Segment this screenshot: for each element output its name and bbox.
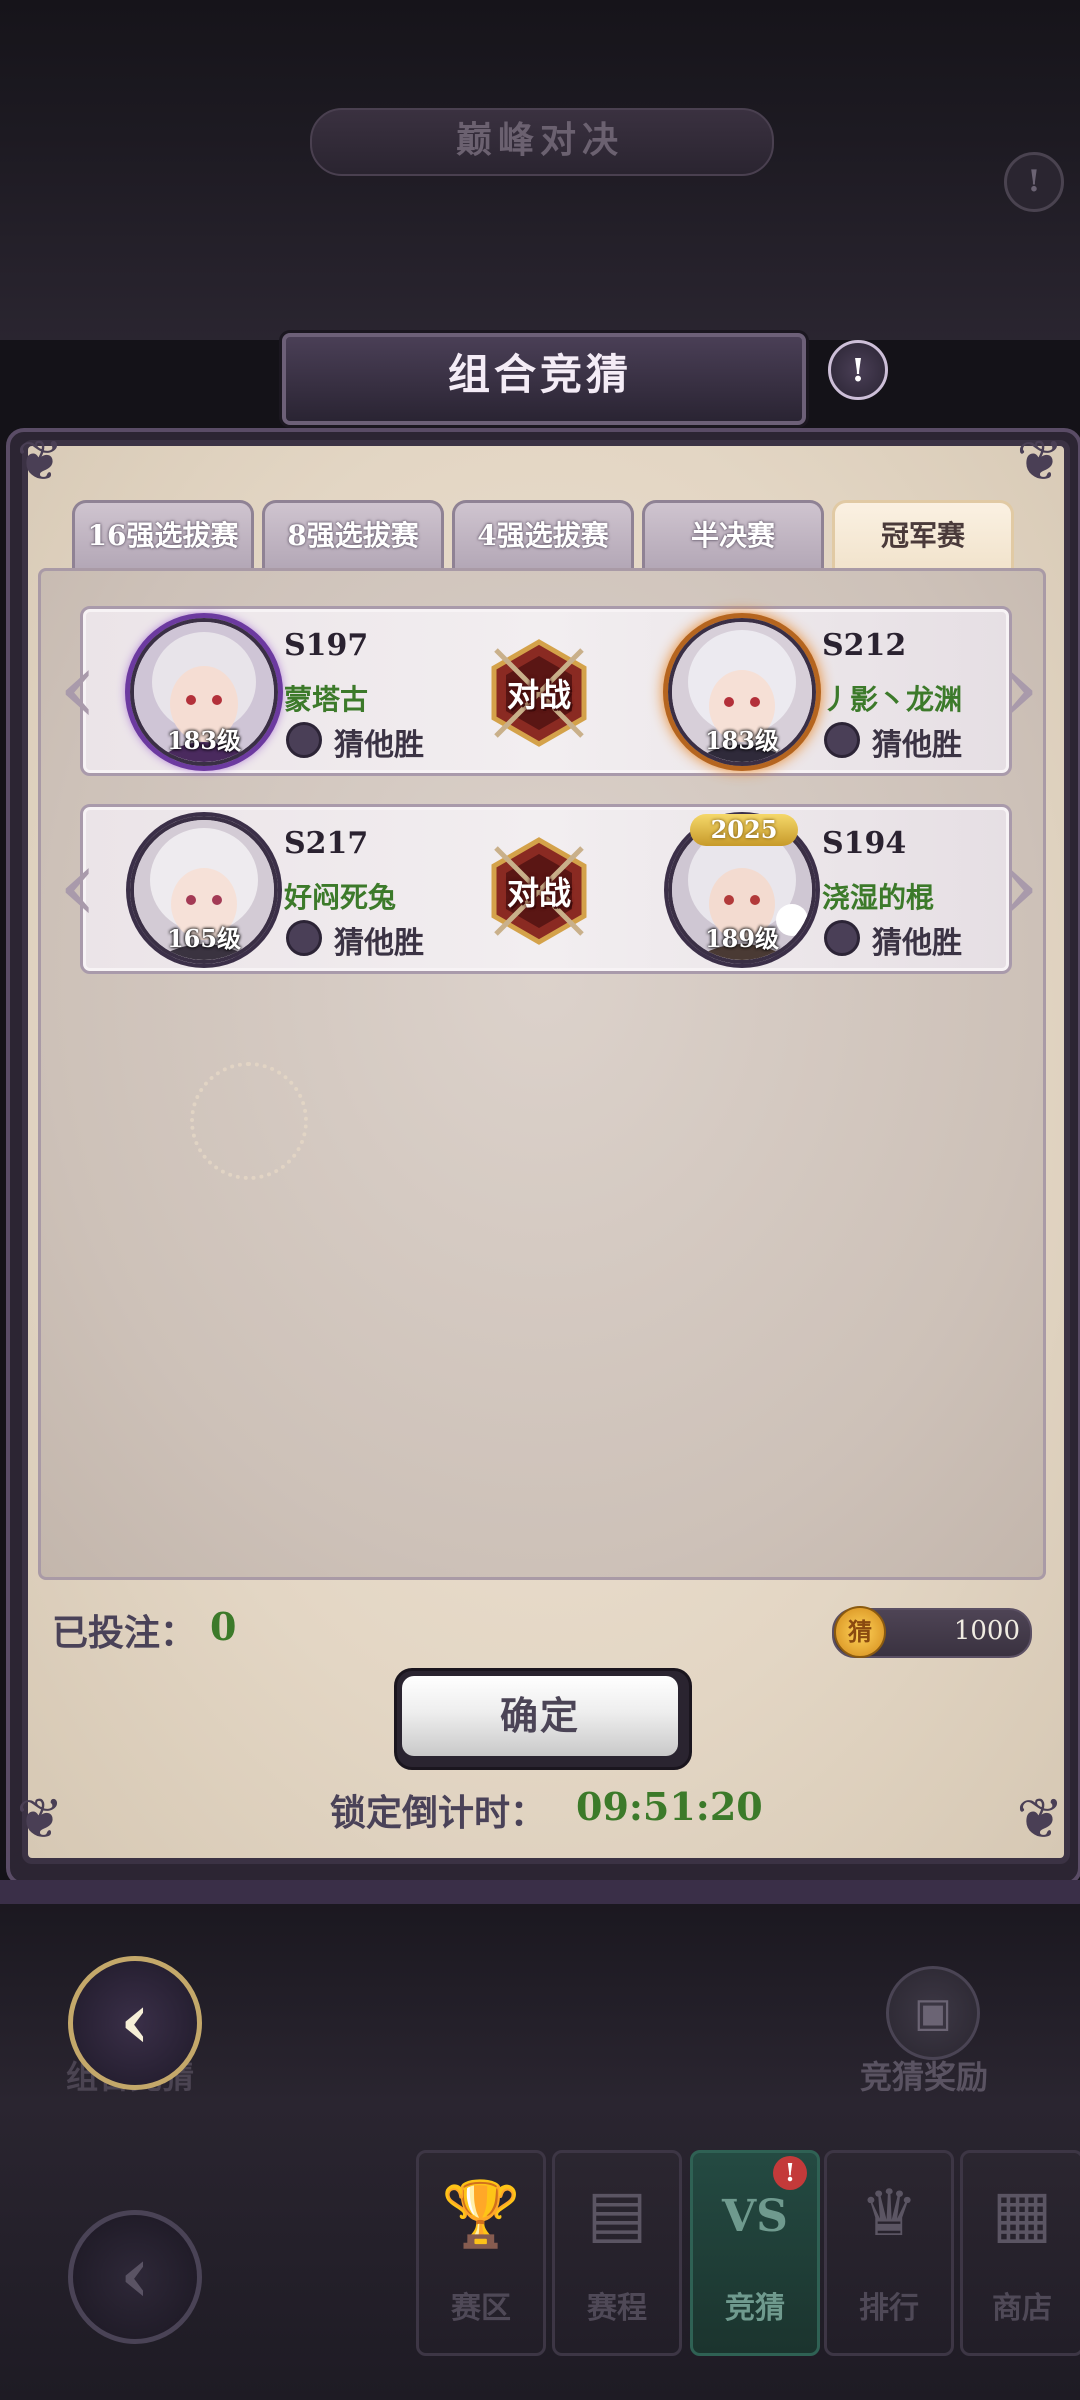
guess-label[interactable]: 猜他胜	[334, 918, 424, 962]
crown-icon: ♛	[860, 2177, 918, 2251]
coin-balance: 1000	[953, 1616, 1020, 1646]
reward-label: 竞猜奖励	[860, 2058, 989, 2096]
tab-round-of-16[interactable]: 16强选拔赛	[72, 500, 254, 569]
guess-coin-icon: 猜	[834, 1606, 886, 1658]
nav-region[interactable]: 🏆 赛区	[416, 2150, 546, 2356]
back-arrow-icon[interactable]: ‹	[68, 1956, 202, 2090]
tab-round-of-8[interactable]: 8强选拔赛	[262, 500, 444, 569]
nav-label: 排行	[859, 2291, 919, 2326]
player-name: 浇湿的棍	[822, 881, 935, 914]
trophy-icon: 🏆	[441, 2178, 521, 2252]
vs-icon: VS	[722, 2191, 788, 2242]
countdown-value: 09:51:20	[576, 1784, 763, 1829]
countdown-label: 锁定倒计时：	[330, 1792, 547, 1834]
card-arrow-right-icon: ›	[1000, 827, 1040, 944]
player-server: S197	[284, 628, 369, 663]
player-level: 183级	[704, 726, 780, 755]
versus-label: 对战	[506, 874, 571, 912]
confirm-button-label[interactable]: 确定	[402, 1676, 678, 1756]
guess-label[interactable]: 猜他胜	[872, 918, 962, 962]
bet-count-label: 已投注：	[52, 1612, 197, 1654]
player-server: S194	[822, 826, 907, 861]
background-title: 巅峰对决	[455, 119, 624, 161]
ornament-corner-icon: ❦	[1016, 1787, 1064, 1852]
player-level: 183级	[166, 726, 242, 755]
modal-bottom-bar	[0, 1880, 1080, 1904]
card-arrow-right-icon: ›	[1000, 629, 1040, 746]
nav-label: 赛程	[587, 2291, 647, 2326]
player-name: 丿影丶龙渊	[822, 683, 963, 716]
player-avatar[interactable]: 165级	[130, 816, 278, 964]
nav-shop[interactable]: ▦ 商店	[960, 2150, 1080, 2356]
loading-sparkle-icon	[190, 1062, 308, 1180]
guess-radio[interactable]	[824, 722, 860, 758]
tab-semifinal[interactable]: 半决赛	[642, 500, 824, 569]
nav-schedule[interactable]: ▤ 赛程	[552, 2150, 682, 2356]
card-arrow-left-icon: ‹	[58, 827, 98, 944]
tab-final[interactable]: 冠军赛	[832, 500, 1014, 569]
player-server: S212	[822, 628, 907, 663]
nav-label: 竞猜	[725, 2291, 785, 2326]
guess-label[interactable]: 猜他胜	[872, 720, 962, 764]
bet-count-value: 0	[210, 1604, 237, 1649]
ornament-corner-icon: ❦	[16, 1787, 64, 1852]
guess-radio[interactable]	[286, 722, 322, 758]
shop-icon: ▦	[991, 2177, 1053, 2251]
nav-label: 商店	[992, 2291, 1052, 2326]
ornament-corner-icon: ❦	[16, 429, 64, 494]
player-name: 蒙塔古	[284, 683, 369, 716]
ornament-corner-icon: ❦	[1016, 429, 1064, 494]
event-badge: 2025	[690, 814, 798, 846]
notification-badge: !	[773, 2156, 807, 2190]
info-icon[interactable]: !	[828, 340, 888, 400]
player-avatar[interactable]: 183级	[130, 618, 278, 766]
guess-radio[interactable]	[824, 920, 860, 956]
tab-round-of-4[interactable]: 4强选拔赛	[452, 500, 634, 569]
player-avatar[interactable]: 183级	[668, 618, 816, 766]
versus-label: 对战	[506, 676, 571, 714]
player-server: S217	[284, 826, 369, 861]
background-back-arrow-icon: ‹	[68, 2210, 202, 2344]
player-level: 165级	[166, 924, 242, 953]
schedule-icon: ▤	[586, 2177, 648, 2251]
nav-ranking[interactable]: ♛ 排行	[824, 2150, 954, 2356]
nav-label: 赛区	[451, 2291, 511, 2326]
modal-title: 组合竞猜	[447, 350, 632, 399]
player-level: 189级	[704, 924, 780, 953]
guess-label[interactable]: 猜他胜	[334, 720, 424, 764]
guess-radio[interactable]	[286, 920, 322, 956]
background-info-icon: !	[1004, 152, 1064, 212]
reward-chest-icon: ▣	[886, 1966, 980, 2060]
player-name: 好闷死兔	[284, 881, 397, 914]
card-arrow-left-icon: ‹	[58, 629, 98, 746]
